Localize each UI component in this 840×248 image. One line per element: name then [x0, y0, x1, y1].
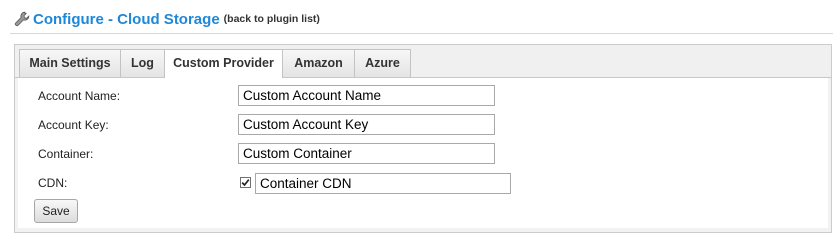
wrench-icon [14, 11, 30, 27]
header-divider [10, 33, 833, 34]
page-title: Configure - Cloud Storage [33, 10, 220, 28]
account-name-label: Account Name: [38, 89, 121, 103]
tab-azure[interactable]: Azure [354, 49, 411, 77]
settings-panel: Main Settings Log Custom Provider Amazon… [14, 44, 832, 233]
checkmark-icon [241, 179, 250, 187]
tab-custom-provider[interactable]: Custom Provider [164, 49, 283, 78]
container-input[interactable] [238, 143, 495, 164]
cdn-checkbox[interactable] [240, 177, 251, 188]
account-key-label: Account Key: [38, 118, 109, 132]
cdn-input[interactable] [255, 173, 511, 194]
account-key-input[interactable] [238, 114, 495, 135]
back-to-plugin-list-link[interactable]: (back to plugin list) [224, 13, 320, 25]
custom-provider-tab-content: Account Name: Account Key: Container: CD… [18, 78, 828, 228]
cdn-label: CDN: [38, 176, 68, 190]
container-label: Container: [38, 147, 94, 161]
tab-main-settings[interactable]: Main Settings [19, 49, 121, 77]
tab-log[interactable]: Log [120, 49, 165, 77]
tab-bar: Main Settings Log Custom Provider Amazon… [15, 45, 831, 78]
account-name-input[interactable] [238, 85, 495, 106]
tab-amazon[interactable]: Amazon [282, 49, 355, 77]
page-header: Configure - Cloud Storage (back to plugi… [14, 9, 320, 29]
save-button[interactable]: Save [34, 199, 78, 223]
